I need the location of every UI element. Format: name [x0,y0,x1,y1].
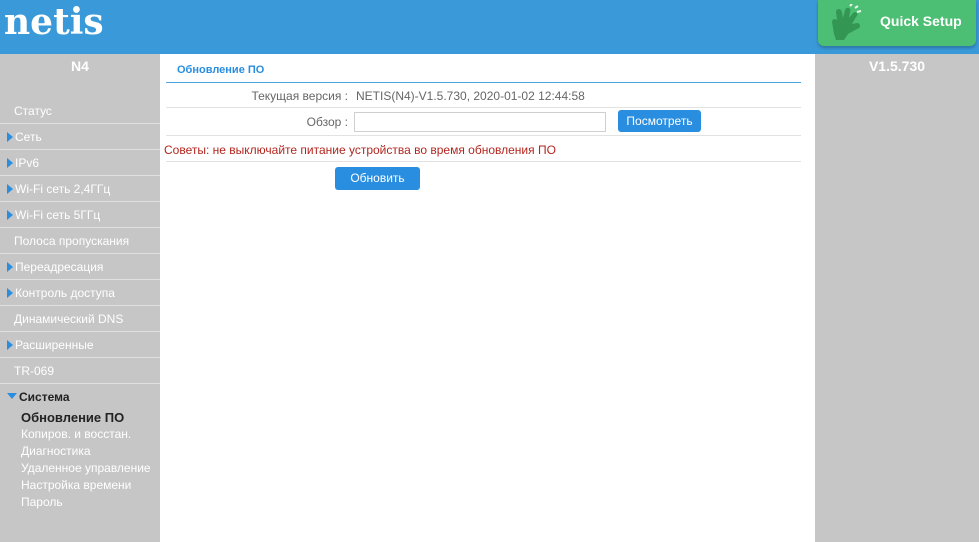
browse-label: Обзор : [306,115,348,129]
hand-pointer-icon [832,4,862,40]
current-version-label: Текущая версия : [251,89,348,103]
current-version-value: NETIS(N4)-V1.5.730, 2020-01-02 12:44:58 [356,89,585,103]
sidebar-item-system[interactable]: Система [0,384,160,409]
sidebar-item[interactable]: IPv6 [0,150,160,176]
chevron-right-icon [7,158,13,168]
sidebar-item[interactable]: TR-069 [0,358,160,384]
right-panel: V1.5.730 [815,54,979,542]
sidebar-item-label: IPv6 [15,156,40,170]
sidebar-item-label: Расширенные [15,338,94,352]
sidebar-item[interactable]: Wi-Fi сеть 5ГГц [0,202,160,228]
firmware-file-input[interactable] [354,112,606,132]
sidebar: N4 Статус Сеть IPv6 Wi-Fi сеть 2,4ГГц Wi-Fi … [0,54,160,542]
sidebar-subitem[interactable]: Пароль [0,494,160,511]
quick-setup-button[interactable]: Quick Setup [818,0,976,46]
chevron-right-icon [7,288,13,298]
sidebar-item-label: Переадресация [15,260,104,274]
chevron-right-icon [7,262,13,272]
view-button[interactable]: Посмотреть [618,110,701,132]
sidebar-subitem[interactable]: Диагностика [0,443,160,460]
tip-text: Советы: не выключайте питание устройства… [164,143,556,157]
netis-logo[interactable]: netis [4,0,104,44]
sidebar-item-label: Полоса пропускания [14,234,130,248]
model-name: N4 [71,58,89,74]
sidebar-subitem[interactable]: Копиров. и восстан. [0,426,160,443]
header-bar: netis Quick Setup [0,0,979,54]
sidebar-item-label: Контроль доступа [15,286,115,300]
sidebar-menu: Статус Сеть IPv6 Wi-Fi сеть 2,4ГГц Wi-Fi сет… [0,98,160,384]
sidebar-item[interactable]: Динамический DNS [0,306,160,332]
sidebar-item[interactable]: Wi-Fi сеть 2,4ГГц [0,176,160,202]
sidebar-item[interactable]: Переадресация [0,254,160,280]
sidebar-item-label: Сеть [15,130,42,144]
sidebar-item-label: Динамический DNS [14,312,124,326]
quick-setup-label: Quick Setup [880,13,962,29]
chevron-down-icon [7,393,17,399]
sidebar-item-label: Система [19,390,70,404]
sidebar-item[interactable]: Сеть [0,124,160,150]
sidebar-item[interactable]: Полоса пропускания [0,228,160,254]
firmware-version: V1.5.730 [868,58,926,74]
sidebar-item[interactable]: Статус [0,98,160,124]
row-divider [166,135,801,136]
row-divider [166,161,801,162]
chevron-right-icon [7,132,13,142]
section-divider [166,82,801,83]
sidebar-submenu: Обновление ПО Копиров. и восстан. Диагност… [0,409,160,511]
sidebar-item-label: TR-069 [14,364,55,378]
row-divider [166,107,801,108]
sidebar-item-label: Wi-Fi сеть 2,4ГГц [15,182,111,196]
sidebar-subitem[interactable]: Обновление ПО [0,409,160,426]
chevron-right-icon [7,340,13,350]
sidebar-item-label: Wi-Fi сеть 5ГГц [15,208,101,222]
sidebar-subitem[interactable]: Настройка времени [0,477,160,494]
sidebar-item[interactable]: Контроль доступа [0,280,160,306]
sidebar-subitem[interactable]: Удаленное управление [0,460,160,477]
main-content: Обновление ПО Текущая версия : NETIS(N4)… [160,54,815,542]
sidebar-item[interactable]: Расширенные [0,332,160,358]
chevron-right-icon [7,210,13,220]
section-title: Обновление ПО [177,64,265,76]
sidebar-item-label: Статус [14,104,52,118]
update-button[interactable]: Обновить [335,167,420,190]
chevron-right-icon [7,184,13,194]
